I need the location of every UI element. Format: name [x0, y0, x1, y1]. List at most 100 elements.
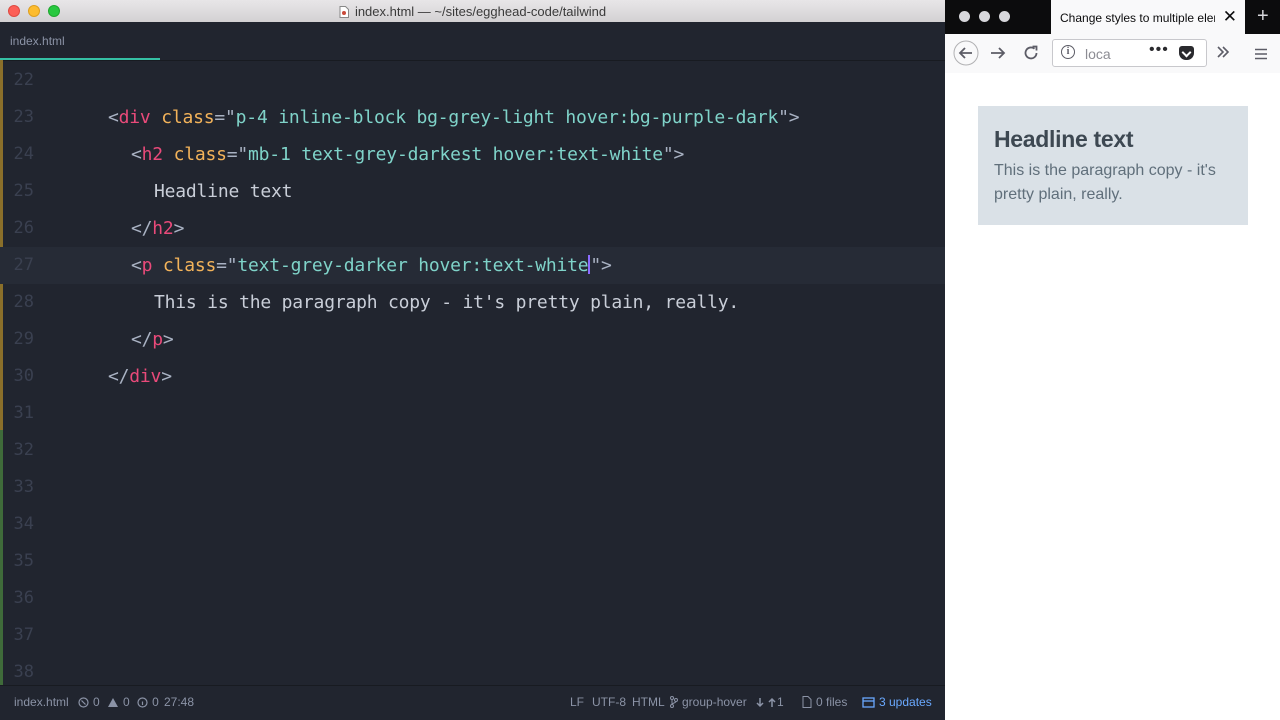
- git-branch-label: group-hover: [682, 695, 747, 709]
- code-line[interactable]: 32: [0, 432, 945, 469]
- line-number: 22: [13, 70, 34, 90]
- hover-card[interactable]: Headline text This is the paragraph copy…: [978, 106, 1248, 225]
- code-line[interactable]: 29 </p>: [0, 321, 945, 358]
- code-text: Headline text: [154, 181, 292, 202]
- page-viewport: Headline text This is the paragraph copy…: [945, 73, 1280, 720]
- code-line[interactable]: 33: [0, 469, 945, 506]
- branch-icon: [670, 696, 678, 708]
- code-line[interactable]: 24 <h2 class="mb-1 text-grey-darkest hove…: [0, 136, 945, 173]
- url-text: loca: [1085, 46, 1111, 62]
- git-branch[interactable]: group-hover: [670, 695, 747, 709]
- code-token: =": [226, 144, 249, 165]
- updates-label: 3 updates: [879, 695, 932, 709]
- code-token: div: [129, 366, 162, 387]
- line-number: 33: [13, 477, 34, 497]
- code-token: mb-1 text-grey-darkest hover:text-white: [248, 144, 663, 165]
- close-tab-icon[interactable]: ✕: [1223, 7, 1237, 27]
- line-number: 26: [13, 218, 34, 238]
- double-chevron-icon: [1217, 46, 1230, 58]
- status-bar: index.html 0 0 0 27:48 LF UTF-8 HTML gro…: [0, 685, 945, 720]
- code-token: p: [152, 329, 163, 350]
- address-bar[interactable]: i loca •••: [1052, 39, 1207, 67]
- code-token: >: [162, 329, 174, 350]
- new-tab-button[interactable]: +: [1257, 5, 1269, 28]
- back-button[interactable]: [953, 40, 979, 71]
- code-token: class: [161, 107, 215, 128]
- code-line[interactable]: 22: [0, 62, 945, 99]
- arrow-down-icon: [756, 698, 764, 708]
- code-token: ">: [590, 255, 612, 276]
- code-area[interactable]: 22 23 <div class="p-4 inline-block bg-grey…: [0, 60, 945, 685]
- browser-minimize-button[interactable]: [979, 11, 990, 22]
- status-file-name[interactable]: index.html: [14, 695, 69, 709]
- line-number: 30: [13, 366, 34, 386]
- code-line[interactable]: 37: [0, 617, 945, 654]
- warning-icon: [108, 698, 119, 707]
- code-line[interactable]: 27 <p class="text-grey-darker hover:text-…: [0, 247, 945, 284]
- package-updates[interactable]: 3 updates: [862, 695, 932, 709]
- code-line[interactable]: 28 This is the paragraph copy - it's pret…: [0, 284, 945, 321]
- git-changed-files[interactable]: 0 files: [802, 695, 847, 709]
- cursor-position[interactable]: 27:48: [164, 695, 194, 709]
- line-number: 23: [13, 107, 34, 127]
- code-token: >: [161, 366, 172, 387]
- browser-zoom-button[interactable]: [999, 11, 1010, 22]
- line-number: 38: [13, 662, 34, 682]
- line-number: 24: [13, 144, 34, 164]
- overflow-chevron-button[interactable]: [1215, 44, 1231, 65]
- line-number: 31: [13, 403, 34, 423]
- code-line[interactable]: 26 </h2>: [0, 210, 945, 247]
- browser-window: Change styles to multiple elem ✕ + i loc…: [945, 0, 1280, 720]
- code-text: </p>: [131, 329, 174, 350]
- code-editor-window: index.html — ~/sites/egghead-code/tailwi…: [0, 0, 945, 720]
- code-line[interactable]: 30 </div>: [0, 358, 945, 395]
- code-text: <div class="p-4 inline-block bg-grey-lig…: [108, 107, 800, 128]
- site-info-icon[interactable]: i: [1061, 45, 1075, 59]
- reload-button[interactable]: [1022, 44, 1040, 67]
- back-arrow-icon: [953, 40, 979, 66]
- code-line[interactable]: 34: [0, 506, 945, 543]
- line-number: 27: [13, 255, 34, 275]
- line-number: 34: [13, 514, 34, 534]
- code-token: class: [162, 255, 217, 276]
- grammar-selector[interactable]: HTML: [632, 695, 665, 709]
- error-count: 0: [93, 695, 100, 709]
- code-token: <: [131, 144, 142, 165]
- code-token: Headline text: [154, 181, 293, 202]
- code-line[interactable]: 31: [0, 395, 945, 432]
- code-line[interactable]: 23 <div class="p-4 inline-block bg-grey-l…: [0, 99, 945, 136]
- code-line[interactable]: 35: [0, 543, 945, 580]
- linter-diagnostics[interactable]: 0 0 0: [78, 695, 159, 709]
- code-line[interactable]: 36: [0, 580, 945, 617]
- forward-button[interactable]: [989, 44, 1007, 67]
- code-token: p: [141, 255, 153, 276]
- line-number: 37: [13, 625, 34, 645]
- gift-icon: [862, 697, 875, 708]
- code-token: p-4 inline-block bg-grey-light hover:bg-…: [235, 107, 779, 128]
- code-token: text-grey-darker hover:text-white: [237, 255, 589, 276]
- code-token: <: [108, 107, 119, 128]
- code-token: This is the paragraph copy - it's pretty…: [154, 292, 740, 313]
- code-text: </h2>: [131, 218, 184, 239]
- code-line[interactable]: 25 Headline text: [0, 173, 945, 210]
- code-token: ">: [778, 107, 800, 128]
- browser-tab[interactable]: Change styles to multiple elem ✕: [1051, 0, 1245, 34]
- info-icon: [137, 697, 148, 708]
- menu-button[interactable]: [1254, 45, 1268, 66]
- browser-close-button[interactable]: [959, 11, 970, 22]
- line-ending[interactable]: LF: [570, 695, 584, 709]
- editor-titlebar: index.html — ~/sites/egghead-code/tailwi…: [0, 0, 945, 23]
- tab-index-html[interactable]: index.html: [0, 22, 160, 60]
- code-token: </: [108, 366, 130, 387]
- pocket-icon[interactable]: [1179, 46, 1194, 60]
- code-token: h2: [152, 218, 174, 239]
- page-actions-icon[interactable]: •••: [1149, 41, 1169, 59]
- changed-files-label: 0 files: [816, 695, 848, 709]
- card-headline: Headline text: [994, 126, 1134, 152]
- tab-label: index.html: [10, 34, 65, 48]
- line-number: 35: [13, 551, 34, 571]
- git-ahead-behind[interactable]: 1: [756, 695, 784, 709]
- file-encoding[interactable]: UTF-8: [592, 695, 626, 709]
